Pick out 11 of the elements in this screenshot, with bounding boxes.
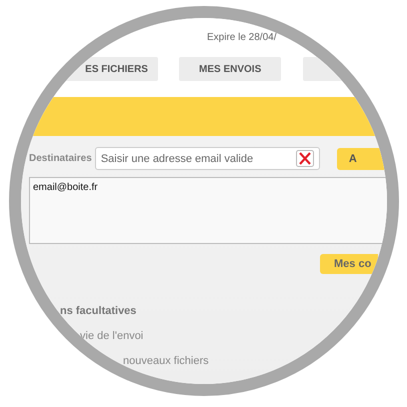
option-label: nouveaux fichiers [123,355,210,367]
tab[interactable]: MES ENVOIS [178,57,282,81]
expiry-date: Expire le 28/04/ [207,32,278,45]
option-label: vie de l'envoi [80,330,144,342]
clear-icon[interactable] [296,150,314,167]
contacts-button[interactable]: Mes co [320,254,378,274]
options-heading: ns facultatives [60,305,138,317]
recipients-label: Destinataires [29,153,93,164]
email-field[interactable]: Saisir une adresse email valide [94,147,320,170]
recipient-email[interactable]: email@boite.fr [33,182,387,193]
add-button[interactable]: A [336,148,387,170]
